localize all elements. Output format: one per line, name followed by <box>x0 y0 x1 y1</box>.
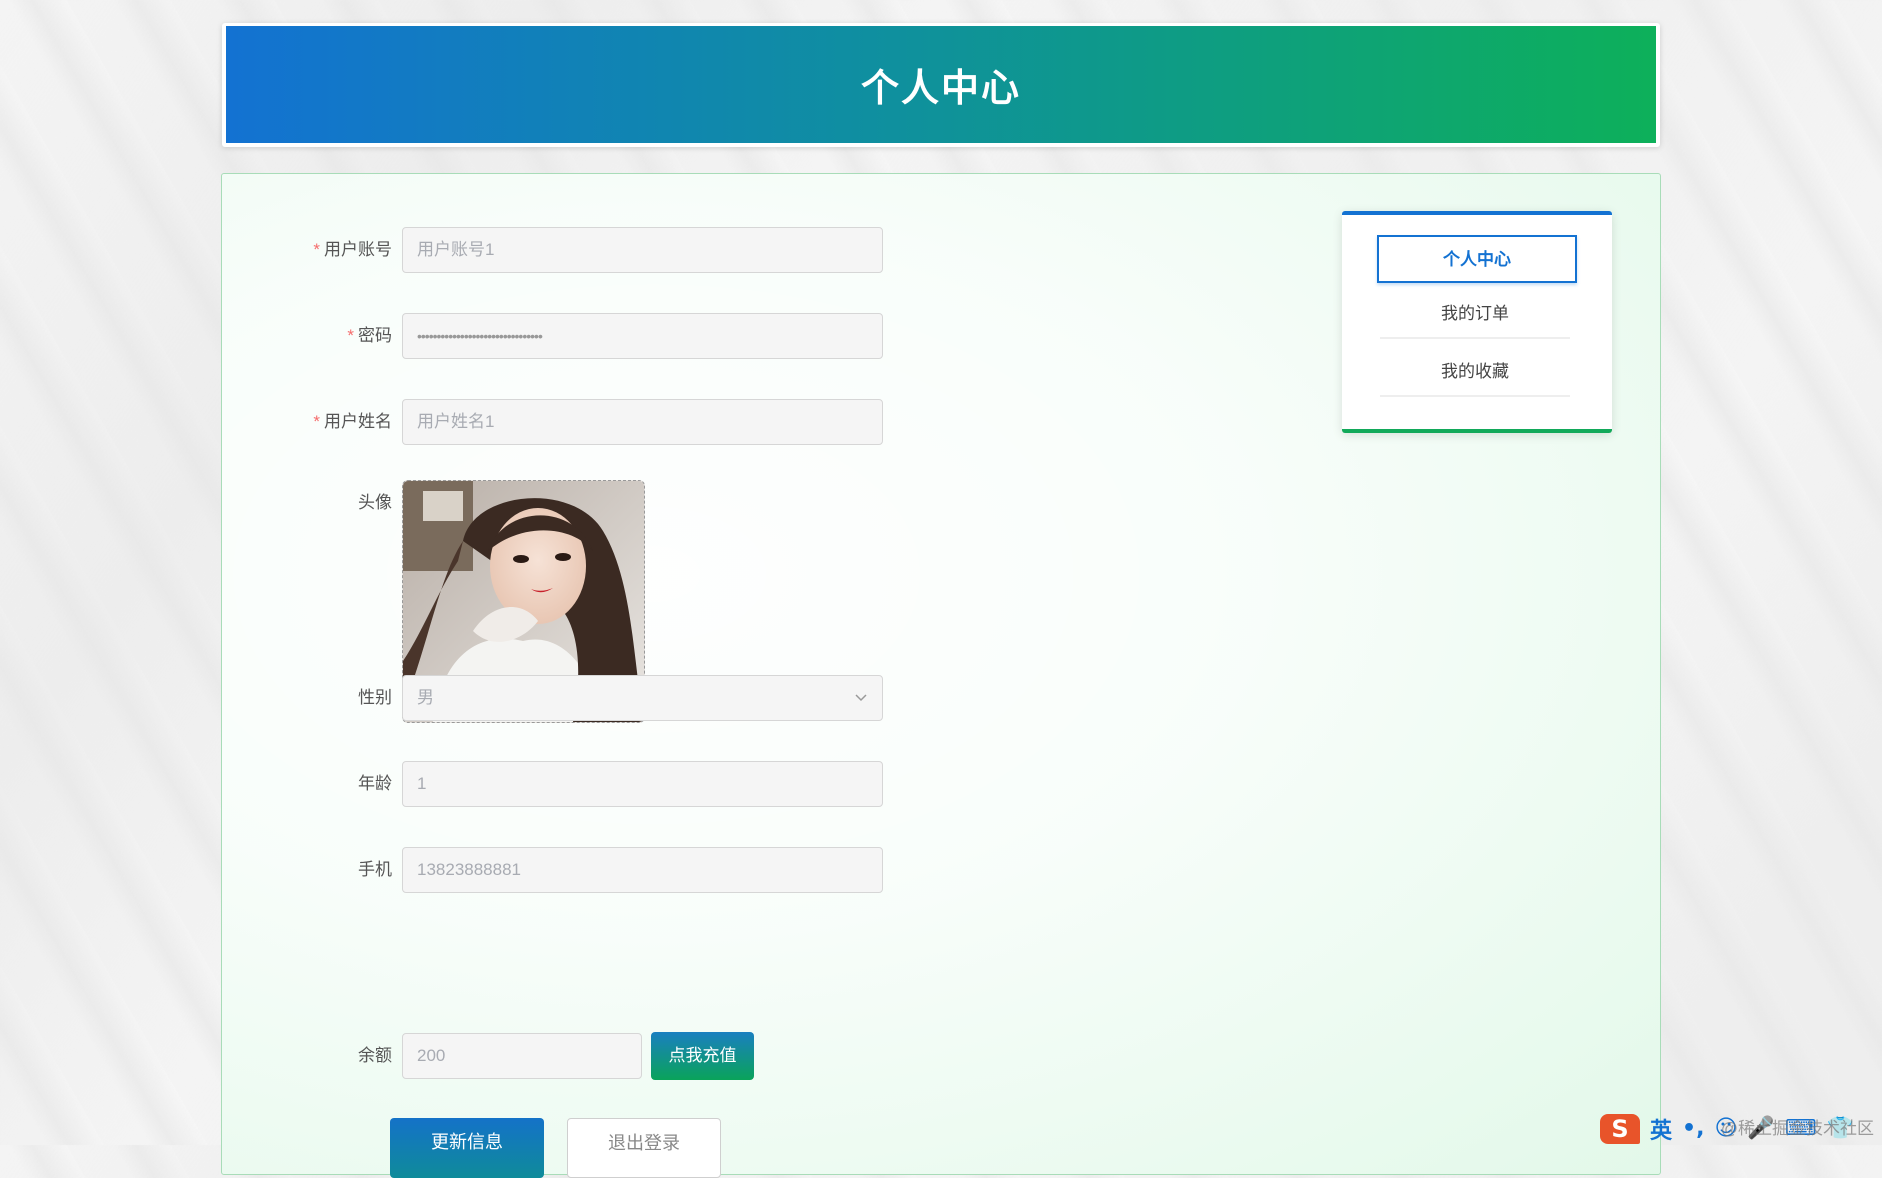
avatar-row: 头像 <box>222 480 392 526</box>
page-header: 个人中心 <box>222 23 1660 147</box>
menu-item-profile[interactable]: 个人中心 <box>1377 235 1577 283</box>
account-row: * 用户账号 <box>222 227 392 273</box>
logout-button[interactable]: 退出登录 <box>567 1118 721 1178</box>
age-label: 年龄 <box>358 774 392 793</box>
password-label-text: 密码 <box>358 326 392 345</box>
update-info-button[interactable]: 更新信息 <box>390 1118 544 1178</box>
password-row: * 密码 <box>222 313 392 359</box>
balance-label: 余额 <box>358 1046 392 1065</box>
account-field[interactable]: 用户账号1 <box>402 227 883 273</box>
phone-row: 手机 <box>222 847 392 893</box>
required-mark: * <box>313 412 320 431</box>
chevron-down-icon <box>854 676 868 737</box>
header-banner: 个人中心 <box>226 26 1656 143</box>
gender-row: 性别 <box>222 675 392 721</box>
balance-row: 余额 <box>222 1033 392 1079</box>
sogou-logo-icon[interactable]: S <box>1600 1113 1640 1144</box>
recharge-button[interactable]: 点我充值 <box>651 1032 754 1080</box>
name-label: * 用户姓名 <box>222 399 392 445</box>
profile-panel: * 用户账号 用户账号1 * 密码 ••••••••••••••••••••••••… <box>221 173 1661 1178</box>
password-label: * 密码 <box>222 313 392 359</box>
required-mark: * <box>313 240 320 259</box>
account-label-text: 用户账号 <box>324 240 392 259</box>
watermark-text: @稀土掘金技术社区 <box>1720 1119 1874 1138</box>
name-row: * 用户姓名 <box>222 399 392 445</box>
password-field[interactable]: •••••••••••••••••••••••••••••••• <box>402 313 883 359</box>
menu-item-orders[interactable]: 我的订单 <box>1380 291 1570 339</box>
account-label: * 用户账号 <box>222 227 392 273</box>
balance-field[interactable]: 200 <box>402 1033 642 1079</box>
name-field[interactable]: 用户姓名1 <box>402 399 883 445</box>
age-field[interactable]: 1 <box>402 761 883 807</box>
menu-item-favorites[interactable]: 我的收藏 <box>1380 349 1570 397</box>
ime-language-toggle[interactable]: 英 <box>1650 1113 1672 1145</box>
name-label-text: 用户姓名 <box>324 412 392 431</box>
gender-label: 性别 <box>358 688 392 707</box>
gender-select[interactable]: 男 <box>402 675 883 721</box>
phone-field[interactable]: 13823888881 <box>402 847 883 893</box>
side-menu: 个人中心 我的订单 我的收藏 <box>1342 211 1612 433</box>
phone-label: 手机 <box>358 860 392 879</box>
required-mark: * <box>347 326 354 345</box>
ime-toolbar: S 英 •, ☺ 🎤 ⌨ 👕 @稀土掘金技术社区 <box>1600 1112 1882 1145</box>
punctuation-icon[interactable]: •, <box>1682 1116 1704 1141</box>
page-title: 个人中心 <box>860 66 1021 110</box>
gender-value: 男 <box>417 688 434 707</box>
avatar-label: 头像 <box>358 493 392 512</box>
age-row: 年龄 <box>222 761 392 807</box>
